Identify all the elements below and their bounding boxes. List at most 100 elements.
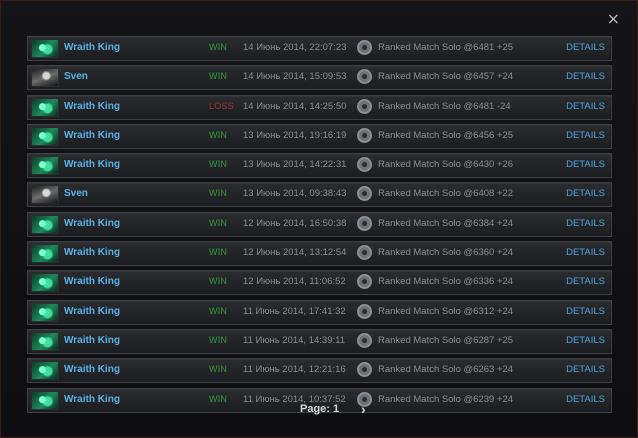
ranked-mode-icon <box>357 303 372 319</box>
match-date: 11 Июнь 2014, 17:41:32 <box>243 305 346 317</box>
details-link[interactable]: DETAILS <box>566 306 605 317</box>
match-mode: Ranked Match Solo @6336 +24 <box>378 276 514 288</box>
match-result: WIN <box>209 276 228 287</box>
match-result: WIN <box>209 393 228 404</box>
match-row: Wraith King WIN 11 Июнь 2014, 12:21:16 Rank… <box>27 358 612 384</box>
match-result: WIN <box>209 334 228 345</box>
match-mode: Ranked Match Solo @6312 +24 <box>378 305 514 317</box>
match-date: 12 Июнь 2014, 11:06:52 <box>243 276 346 288</box>
match-row: Wraith King WIN 12 Июнь 2014, 16:50:38 Rank… <box>27 211 612 237</box>
match-row: Wraith King WIN 12 Июнь 2014, 13:12:54 Rank… <box>27 241 612 267</box>
match-mode: Ranked Match Solo @6287 +25 <box>378 334 514 346</box>
hero-portrait <box>31 302 59 322</box>
hero-name: Wraith King <box>64 393 120 405</box>
close-icon[interactable]: × <box>607 11 620 27</box>
details-link[interactable]: DETAILS <box>566 71 605 82</box>
ranked-mode-icon <box>357 127 372 143</box>
match-result: WIN <box>209 71 228 82</box>
hero-name: Sven <box>64 71 88 83</box>
hero-name: Wraith King <box>64 334 120 346</box>
details-link[interactable]: DETAILS <box>566 101 605 112</box>
match-row: Wraith King LOSS 14 Июнь 2014, 14:25:50 Ran… <box>27 94 612 120</box>
ranked-mode-icon <box>357 332 372 348</box>
match-row: Wraith King WIN 14 Июнь 2014, 22:07:23 Rank… <box>27 36 612 61</box>
match-mode: Ranked Match Solo @6456 +25 <box>378 129 514 141</box>
match-date: 11 Июнь 2014, 12:21:16 <box>243 364 346 376</box>
hero-portrait <box>31 185 59 205</box>
ranked-mode-icon <box>357 69 372 85</box>
match-mode: Ranked Match Solo @6430 +26 <box>378 159 514 171</box>
details-link[interactable]: DETAILS <box>566 394 605 405</box>
match-history-dialog: × Wraith King WIN 14 Июнь 2014, 22:07:23 Ra… <box>0 0 638 438</box>
details-link[interactable]: DETAILS <box>566 247 605 258</box>
match-date: 14 Июнь 2014, 15:09:53 <box>243 71 347 83</box>
match-row: Wraith King WIN 13 Июнь 2014, 14:22:31 Rank… <box>27 153 612 179</box>
hero-name: Sven <box>64 188 88 200</box>
match-result: WIN <box>209 305 228 316</box>
ranked-mode-icon <box>357 274 372 290</box>
details-link[interactable]: DETAILS <box>566 335 605 346</box>
hero-name: Wraith King <box>64 247 120 259</box>
hero-name: Wraith King <box>64 276 120 288</box>
hero-portrait <box>31 156 59 176</box>
match-mode: Ranked Match Solo @6263 +24 <box>378 364 514 376</box>
hero-name: Wraith King <box>64 129 120 141</box>
details-link[interactable]: DETAILS <box>566 42 605 53</box>
match-date: 14 Июнь 2014, 22:07:23 <box>243 42 347 53</box>
match-mode: Ranked Match Solo @6360 +24 <box>378 247 514 259</box>
match-row: Wraith King WIN 11 Июнь 2014, 17:41:32 Rank… <box>27 299 612 325</box>
ranked-mode-icon <box>357 215 372 231</box>
hero-portrait <box>31 390 59 410</box>
match-date: 12 Июнь 2014, 16:50:38 <box>243 217 347 229</box>
hero-portrait <box>31 126 59 146</box>
details-link[interactable]: DETAILS <box>566 218 605 229</box>
details-link[interactable]: DETAILS <box>566 188 605 199</box>
ranked-mode-icon <box>357 40 372 55</box>
match-mode: Ranked Match Solo @6384 +24 <box>378 217 514 229</box>
match-result: WIN <box>209 247 228 258</box>
match-mode: Ranked Match Solo @6239 +24 <box>378 393 514 405</box>
hero-portrait <box>31 244 59 264</box>
match-date: 13 Июнь 2014, 09:38:43 <box>243 188 347 200</box>
hero-portrait <box>31 361 59 381</box>
details-link[interactable]: DETAILS <box>566 159 605 170</box>
match-row: Sven WIN 13 Июнь 2014, 09:38:43 Ranked Matc… <box>27 182 612 208</box>
details-link[interactable]: DETAILS <box>566 364 605 375</box>
hero-name: Wraith King <box>64 42 120 53</box>
chevron-right-icon[interactable]: › <box>361 401 366 417</box>
match-date: 13 Июнь 2014, 14:22:31 <box>243 159 347 171</box>
details-link[interactable]: DETAILS <box>566 130 605 141</box>
match-mode: Ranked Match Solo @6457 +24 <box>378 71 514 83</box>
match-mode: Ranked Match Solo @6408 +22 <box>378 188 514 200</box>
match-result: WIN <box>209 217 228 228</box>
ranked-mode-icon <box>357 362 372 378</box>
ranked-mode-icon <box>357 186 372 202</box>
ranked-mode-icon <box>357 245 372 261</box>
hero-portrait <box>31 39 59 58</box>
match-row: Wraith King WIN 12 Июнь 2014, 11:06:52 Rank… <box>27 270 612 296</box>
match-result: WIN <box>209 42 228 52</box>
hero-portrait <box>31 331 59 351</box>
details-link[interactable]: DETAILS <box>566 276 605 287</box>
hero-name: Wraith King <box>64 217 120 229</box>
match-result: WIN <box>209 364 228 375</box>
match-date: 12 Июнь 2014, 13:12:54 <box>243 247 347 259</box>
match-row: Wraith King WIN 11 Июнь 2014, 14:39:11 Rank… <box>27 328 612 354</box>
hero-portrait <box>31 97 59 117</box>
ranked-mode-icon <box>357 98 372 114</box>
match-result: WIN <box>209 129 228 140</box>
hero-name: Wraith King <box>64 100 120 112</box>
match-date: 14 Июнь 2014, 14:25:50 <box>243 100 347 112</box>
hero-name: Wraith King <box>64 159 120 171</box>
match-mode: Ranked Match Solo @6481 -24 <box>378 100 511 112</box>
match-list: Wraith King WIN 14 Июнь 2014, 22:07:23 Rank… <box>27 36 612 417</box>
match-date: 11 Июнь 2014, 14:39:11 <box>243 334 345 346</box>
page-label: Page: 1 <box>300 403 340 415</box>
match-row: Wraith King WIN 13 Июнь 2014, 19:16:19 Rank… <box>27 123 612 149</box>
hero-portrait <box>31 214 59 234</box>
match-mode: Ranked Match Solo @6481 +25 <box>378 42 514 53</box>
match-result: WIN <box>209 188 228 199</box>
hero-portrait <box>31 68 59 88</box>
hero-name: Wraith King <box>64 364 120 376</box>
hero-name: Wraith King <box>64 305 120 317</box>
